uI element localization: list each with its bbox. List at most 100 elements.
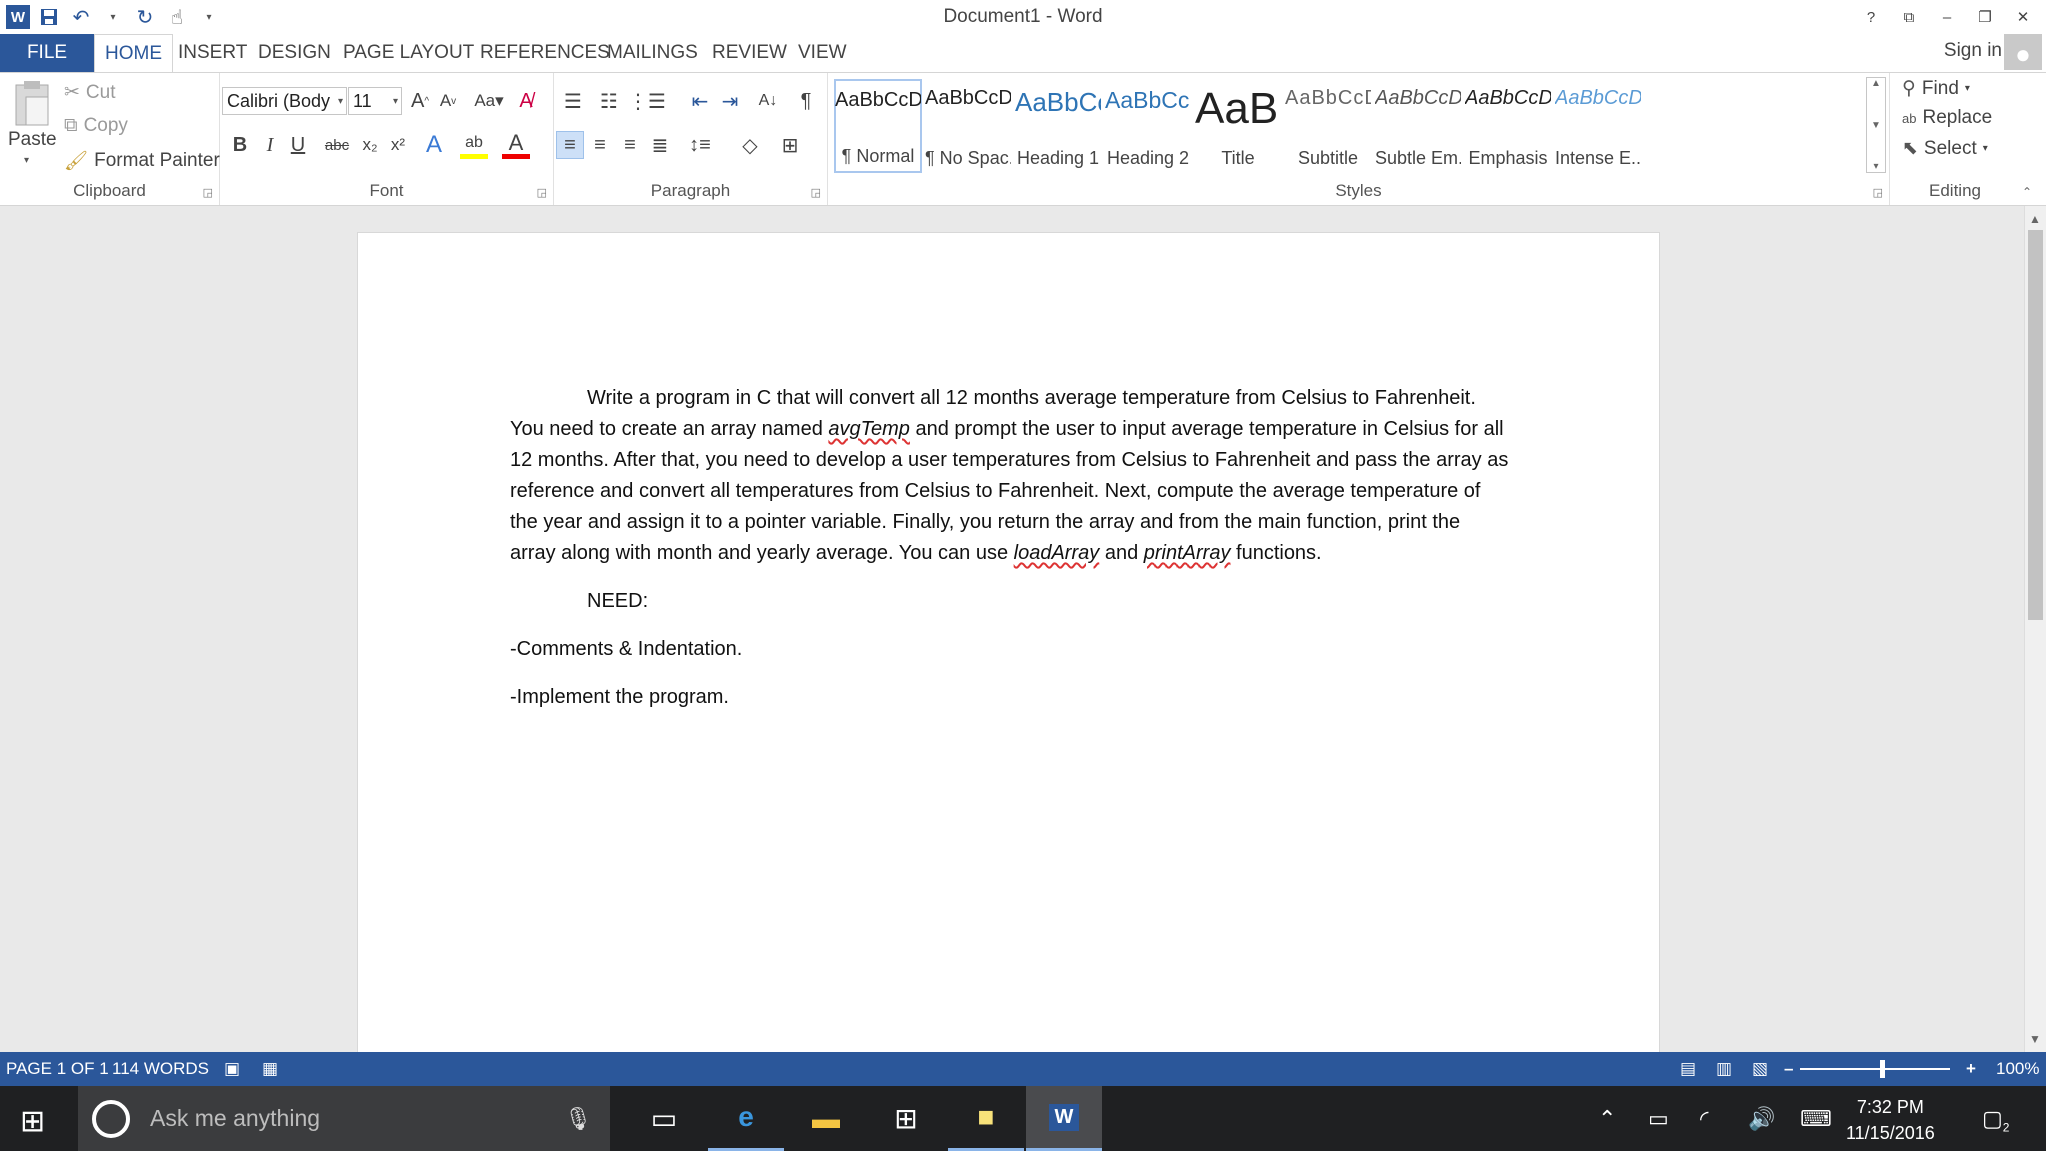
strikethrough-icon[interactable]: abc <box>320 131 354 159</box>
volume-icon[interactable]: 🔊 <box>1748 1106 1775 1132</box>
clipboard-launcher-icon[interactable]: ◲ <box>203 186 213 199</box>
styles-gallery-scroll[interactable]: ▲ ▼ ▾ <box>1866 77 1886 173</box>
help-icon[interactable]: ? <box>1854 4 1888 30</box>
wifi-icon[interactable]: ◜ <box>1700 1106 1709 1132</box>
restore-button[interactable]: ❐ <box>1968 4 2002 30</box>
close-button[interactable]: ✕ <box>2006 4 2040 30</box>
show-hidden-icons[interactable]: ⌃ <box>1598 1106 1616 1132</box>
shrink-font-icon[interactable]: Av <box>434 87 462 115</box>
microphone-icon[interactable]: 🎙 <box>564 1106 592 1132</box>
word-count[interactable]: 114 WORDS <box>112 1059 209 1079</box>
format-painter-button[interactable]: 🖌 Format Painter <box>64 149 220 173</box>
windows-start-icon[interactable]: ⊞ <box>20 1104 45 1139</box>
scroll-thumb[interactable] <box>2028 230 2043 620</box>
sign-in-link[interactable]: Sign in <box>1944 40 2002 62</box>
style-heading-1[interactable]: AaBbCc Heading 1 <box>1014 79 1102 173</box>
superscript-icon[interactable]: x² <box>384 131 412 159</box>
italic-icon[interactable]: I <box>256 131 284 159</box>
ribbon-display-options-icon[interactable]: ⧉ <box>1892 4 1926 30</box>
style-heading-2[interactable]: AaBbCcD Heading 2 <box>1104 79 1192 173</box>
font-size-combo[interactable]: 11 ▾ <box>348 87 402 115</box>
style-emphasis[interactable]: AaBbCcDd Emphasis <box>1464 79 1552 173</box>
numbering-icon[interactable]: ☷ <box>592 87 626 115</box>
style-intense-emphasis[interactable]: AaBbCcDd Intense E... <box>1554 79 1642 173</box>
line-spacing-icon[interactable]: ↕≡ <box>682 131 718 159</box>
style-subtle-emphasis[interactable]: AaBbCcDd Subtle Em... <box>1374 79 1462 173</box>
zoom-slider[interactable] <box>1800 1068 1950 1070</box>
style-title[interactable]: AaBl Title <box>1194 79 1282 173</box>
touch-keyboard-icon[interactable]: ⌨ <box>1800 1106 1832 1132</box>
page-count[interactable]: PAGE 1 OF 1 <box>6 1059 109 1079</box>
web-layout-icon[interactable]: ▧ <box>1752 1059 1768 1079</box>
battery-icon[interactable]: ▭ <box>1648 1106 1669 1132</box>
gallery-up-icon[interactable]: ▲ <box>1871 78 1881 89</box>
zoom-slider-thumb[interactable] <box>1880 1060 1885 1078</box>
scroll-down-icon[interactable]: ▼ <box>2029 1032 2041 1046</box>
cortana-search-box[interactable]: Ask me anything 🎙 <box>78 1086 610 1151</box>
style-no-spacing[interactable]: AaBbCcDd ¶ No Spac... <box>924 79 1012 173</box>
sticky-notes-icon[interactable]: ■ <box>948 1086 1024 1151</box>
tab-page-layout[interactable]: PAGE LAYOUT <box>343 34 474 72</box>
avatar[interactable]: ● <box>2004 34 2042 70</box>
subscript-icon[interactable]: x₂ <box>356 131 384 159</box>
vertical-scrollbar[interactable]: ▲ ▼ <box>2024 206 2046 1052</box>
minimize-button[interactable]: – <box>1930 4 1964 30</box>
style-normal[interactable]: AaBbCcDd ¶ Normal <box>834 79 922 173</box>
style-subtitle[interactable]: AaBbCcD Subtitle <box>1284 79 1372 173</box>
print-layout-icon[interactable]: ▥ <box>1716 1059 1732 1079</box>
tab-insert[interactable]: INSERT <box>178 34 247 72</box>
tab-design[interactable]: DESIGN <box>258 34 331 72</box>
copy-button[interactable]: ⧉ Copy <box>64 115 128 137</box>
grow-font-icon[interactable]: A ^ <box>406 87 434 115</box>
zoom-level[interactable]: 100% <box>1996 1059 2039 1079</box>
align-center-icon[interactable]: ≡ <box>586 131 614 159</box>
action-center-icon[interactable]: ▢2 <box>1982 1106 2009 1134</box>
store-icon[interactable]: ⊞ <box>868 1086 944 1151</box>
shading-icon[interactable]: ◇ <box>732 131 768 159</box>
text-effects-icon[interactable]: A <box>420 131 448 159</box>
tab-mailings[interactable]: MAILINGS <box>607 34 698 72</box>
change-case-icon[interactable]: Aa▾ <box>472 87 506 115</box>
proofing-icon[interactable]: ▣ <box>224 1059 240 1079</box>
zoom-out-icon[interactable]: – <box>1784 1059 1793 1079</box>
find-button[interactable]: ⚲ Find ▾ <box>1902 77 1970 100</box>
tab-view[interactable]: VIEW <box>798 34 847 72</box>
file-explorer-icon[interactable]: ▬ <box>788 1086 864 1151</box>
tab-home[interactable]: HOME <box>94 34 173 72</box>
tab-review[interactable]: REVIEW <box>712 34 787 72</box>
macro-record-icon[interactable]: ▦ <box>262 1059 278 1079</box>
borders-icon[interactable]: ⊞ <box>772 131 808 159</box>
zoom-in-icon[interactable]: + <box>1966 1059 1976 1079</box>
sort-icon[interactable]: A↓ <box>754 87 782 115</box>
show-formatting-icon[interactable]: ¶ <box>792 87 820 115</box>
tab-file[interactable]: FILE <box>0 34 94 72</box>
multilevel-list-icon[interactable]: ⋮☰ <box>628 87 666 115</box>
word-taskbar-icon[interactable]: W <box>1026 1086 1102 1151</box>
justify-icon[interactable]: ≣ <box>646 131 674 159</box>
font-name-combo[interactable]: Calibri (Body ▾ <box>222 87 347 115</box>
paste-dropdown-icon[interactable]: ▾ <box>24 155 29 166</box>
font-color-icon[interactable]: A <box>502 130 530 159</box>
system-clock[interactable]: 7:32 PM 11/15/2016 <box>1846 1094 1935 1146</box>
gallery-down-icon[interactable]: ▼ <box>1871 120 1881 131</box>
collapse-ribbon-icon[interactable]: ⌃ <box>2022 185 2032 199</box>
scroll-up-icon[interactable]: ▲ <box>2029 212 2041 226</box>
styles-launcher-icon[interactable]: ◲ <box>1873 186 1883 199</box>
select-button[interactable]: ⬉ Select ▾ <box>1902 137 1988 160</box>
align-left-icon[interactable]: ≡ <box>556 131 584 159</box>
bullets-icon[interactable]: ☰ <box>556 87 590 115</box>
task-view-icon[interactable]: ▭ <box>626 1086 702 1151</box>
edge-browser-icon[interactable]: e <box>708 1086 784 1151</box>
font-launcher-icon[interactable]: ◲ <box>537 186 547 199</box>
paragraph-launcher-icon[interactable]: ◲ <box>811 186 821 199</box>
read-mode-icon[interactable]: ▤ <box>1680 1059 1696 1079</box>
increase-indent-icon[interactable]: ⇥ <box>716 87 744 115</box>
document-page[interactable]: Write a program in C that will convert a… <box>357 232 1660 1052</box>
document-body[interactable]: Write a program in C that will convert a… <box>510 383 1510 730</box>
clear-formatting-icon[interactable]: A̸ <box>512 87 540 115</box>
tab-references[interactable]: REFERENCES <box>480 34 610 72</box>
highlight-icon[interactable]: ab <box>460 131 488 159</box>
replace-button[interactable]: ab Replace <box>1902 107 1992 129</box>
paste-button[interactable]: Paste <box>8 129 57 151</box>
underline-icon[interactable]: U <box>284 131 312 159</box>
